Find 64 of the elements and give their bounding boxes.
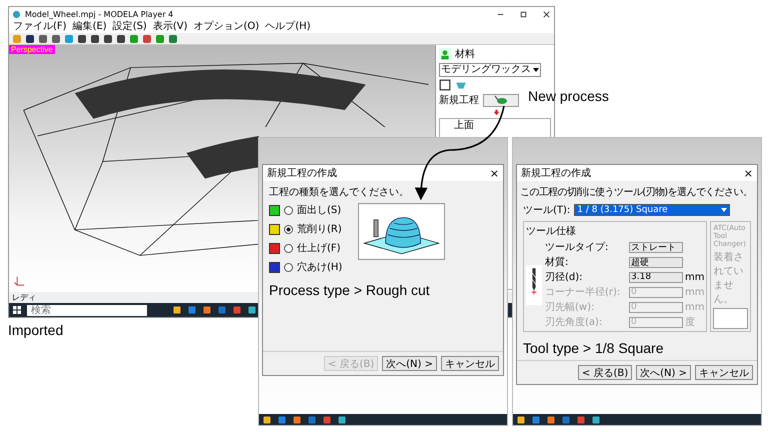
radio-button[interactable] (284, 224, 293, 234)
dialog-title: 新規工程の作成 (521, 166, 591, 180)
spec-label: 材質: (545, 256, 570, 269)
material-dropdown[interactable]: モデリングワックス (439, 63, 541, 77)
down-arrow-icon (493, 109, 500, 116)
dialog-button[interactable]: キャンセル (441, 356, 499, 371)
radio-button[interactable] (284, 244, 293, 252)
dialog-button[interactable]: キャンセル (695, 365, 753, 380)
tool-dropdown[interactable]: 1 / 8 (3.175) Square (574, 204, 730, 216)
radio-label: 荒削り(R) (297, 222, 342, 236)
radio-button[interactable] (284, 262, 293, 272)
dialog-button[interactable]: 次へ(N) > (382, 356, 437, 371)
menu-item[interactable]: オプション(O) (194, 21, 260, 33)
dialog-title: 新規工程の作成 (267, 166, 337, 180)
atc-note: 装着されていません。 (713, 250, 744, 306)
annotation-text: Tool type > 1/8 Square (523, 340, 664, 356)
dialog-button[interactable]: < 戻る(B) (578, 365, 632, 380)
unit-label: mm (685, 286, 704, 298)
spec-field[interactable]: ストレート (629, 242, 683, 252)
search-field[interactable]: 検索 (27, 304, 147, 316)
unit-label: mm (685, 302, 704, 312)
close-button[interactable]: × (744, 166, 753, 180)
maximize-icon[interactable] (519, 10, 528, 18)
spec-field[interactable]: 3.18 (629, 272, 683, 282)
annotation-text: Imported (8, 322, 64, 338)
spec-label: 刃先角度(a): (545, 316, 604, 329)
new-process-button[interactable] (483, 94, 519, 106)
menu-item[interactable]: 編集(E) (72, 21, 107, 33)
unit-label: 度 (685, 316, 695, 329)
caret-icon (721, 207, 728, 213)
close-button[interactable]: × (490, 166, 499, 180)
window-title: Model_Wheel.mpj - MODELA Player 4 (25, 10, 174, 18)
tree-item[interactable]: 上面 (454, 120, 474, 131)
radio-label: 仕上げ(F) (297, 242, 341, 255)
menu-item[interactable]: ヘルプ(H) (265, 21, 311, 33)
radio-label: 穴あけ(H) (297, 260, 342, 274)
unit-label: mm (685, 272, 704, 282)
windows-logo-icon[interactable] (12, 305, 22, 315)
dialog-button[interactable]: 次へ(N) > (636, 365, 691, 380)
person-icon[interactable] (439, 48, 451, 60)
menu-item[interactable]: 設定(S) (112, 21, 147, 33)
radio-label: 面出し(S) (297, 204, 342, 217)
tool-icon (493, 95, 509, 105)
dialog-prompt: 工程の種類を選んでください。 (269, 186, 410, 199)
close-icon[interactable] (542, 10, 551, 18)
annotation-text: New process (528, 88, 609, 104)
new-process-label: 新規工程 (439, 94, 479, 107)
group-title: ツール仕様 (526, 224, 577, 238)
radio-button[interactable] (284, 206, 293, 214)
menu-item[interactable]: 表示(V) (152, 21, 188, 33)
end-mill-drawing (526, 262, 542, 306)
material-label: 材料 (455, 48, 475, 61)
tool-list[interactable] (713, 308, 748, 329)
caret-icon (533, 67, 539, 73)
spec-label: ツールタイプ: (545, 240, 610, 254)
spec-label: 刃径(d): (545, 271, 584, 284)
tool-label: ツール(T): (523, 204, 570, 217)
app-logo-icon (12, 10, 21, 18)
spec-label: 刃先幅(w): (545, 300, 596, 314)
axes-icon (13, 274, 27, 288)
view-label: Perspective (9, 45, 55, 54)
spec-field[interactable]: 超硬 (629, 256, 683, 268)
dialog-prompt: この工程の切削に使うツール(刃物)を選んでください。 (520, 186, 751, 199)
menu-item[interactable]: ファイル(F) (13, 21, 67, 33)
